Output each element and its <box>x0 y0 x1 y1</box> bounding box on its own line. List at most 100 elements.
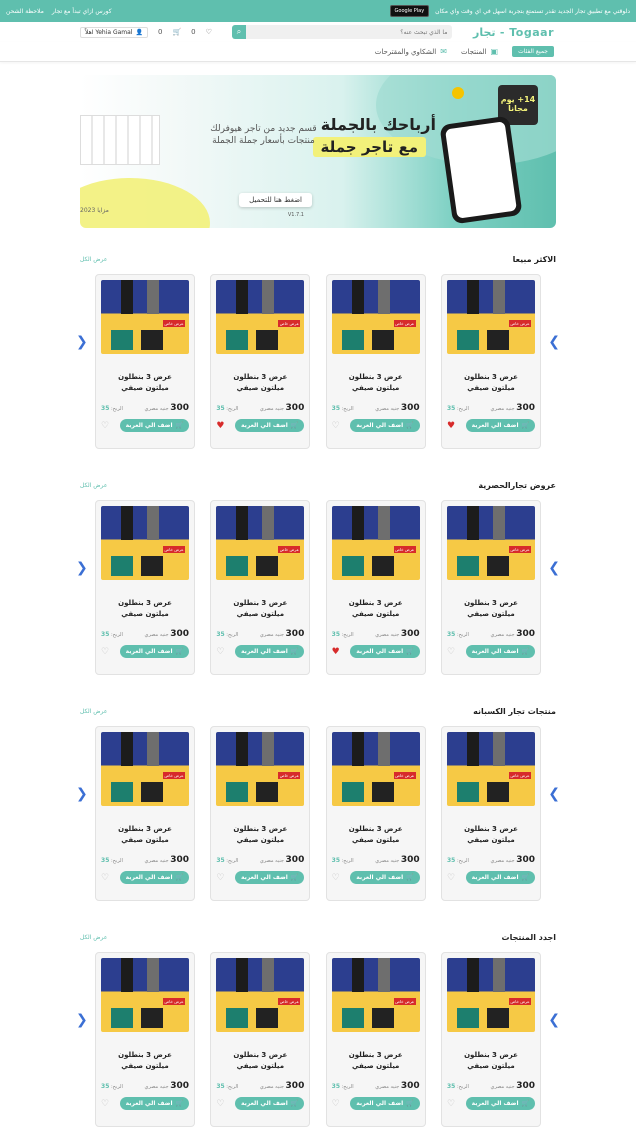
heart-icon[interactable]: ♡ <box>332 873 340 883</box>
add-to-cart-button[interactable]: 🛒 اضف الي العربة <box>465 645 535 658</box>
product-name[interactable]: عرض 3 بنطلون ميلتون صيفي <box>332 824 420 845</box>
product-card[interactable]: عرض خاص عرض 3 بنطلون ميلتون صيفي 300 جني… <box>210 274 311 449</box>
search-input[interactable] <box>245 28 453 36</box>
heart-icon[interactable]: ♡ <box>216 647 224 657</box>
product-card[interactable]: عرض خاص عرض 3 بنطلون ميلتون صيفي 300 جني… <box>95 952 196 1127</box>
heart-icon[interactable]: ♡ <box>447 1099 455 1109</box>
product-name[interactable]: عرض 3 بنطلون ميلتون صيفي <box>216 372 304 393</box>
product-name[interactable]: عرض 3 بنطلون ميلتون صيفي <box>216 824 304 845</box>
view-all-link[interactable]: عرض الكل <box>80 708 107 715</box>
add-to-cart-button[interactable]: 🛒 اضف الي العربة <box>119 1097 190 1110</box>
add-to-cart-button[interactable]: 🛒 اضف الي العربة <box>234 1097 305 1110</box>
heart-icon[interactable]: ♡ <box>447 873 455 883</box>
chevron-left-icon[interactable]: ❮ <box>76 560 88 576</box>
product-image[interactable]: عرض خاص <box>101 958 190 1032</box>
product-name[interactable]: عرض 3 بنطلون ميلتون صيفي <box>101 372 189 393</box>
product-image[interactable]: عرض خاص <box>331 506 420 580</box>
add-to-cart-button[interactable]: 🛒 اضف الي العربة <box>350 645 420 658</box>
heart-icon[interactable]: ♡ <box>101 647 109 657</box>
google-play-badge[interactable]: Google Play <box>389 5 430 17</box>
cart-icon[interactable]: 🛒 <box>172 28 181 36</box>
product-card[interactable]: عرض خاص عرض 3 بنطلون ميلتون صيفي 300 جني… <box>95 726 196 901</box>
heart-icon[interactable]: ♡ <box>101 1099 109 1109</box>
heart-icon[interactable]: ♥ <box>332 647 340 657</box>
categories-button[interactable]: جميع الفئات <box>512 46 554 57</box>
product-card[interactable]: عرض خاص عرض 3 بنطلون ميلتون صيفي 300 جني… <box>210 500 311 675</box>
product-card[interactable]: عرض خاص عرض 3 بنطلون ميلتون صيفي 300 جني… <box>95 274 196 449</box>
add-to-cart-button[interactable]: 🛒 اضف الي العربة <box>350 419 420 432</box>
chevron-right-icon[interactable]: ❯ <box>548 334 560 350</box>
product-card[interactable]: عرض خاص عرض 3 بنطلون ميلتون صيفي 300 جني… <box>325 500 426 675</box>
product-image[interactable]: عرض خاص <box>447 506 535 580</box>
product-name[interactable]: عرض 3 بنطلون ميلتون صيفي <box>101 1050 189 1071</box>
add-to-cart-button[interactable]: 🛒 اضف الي العربة <box>465 1097 535 1110</box>
product-name[interactable]: عرض 3 بنطلون ميلتون صيفي <box>101 598 189 619</box>
product-card[interactable]: عرض خاص عرض 3 بنطلون ميلتون صيفي 300 جني… <box>441 952 541 1127</box>
user-menu[interactable]: 👤 Yehia Gamal اهلاً <box>80 26 148 38</box>
download-button[interactable]: اضغط هنا للتحميل <box>239 193 312 207</box>
product-image[interactable]: عرض خاص <box>447 280 535 354</box>
chevron-left-icon[interactable]: ❮ <box>76 1012 88 1028</box>
product-card[interactable]: عرض خاص عرض 3 بنطلون ميلتون صيفي 300 جني… <box>95 500 196 675</box>
product-image[interactable]: عرض خاص <box>101 280 190 354</box>
course-link[interactable]: كورس ازاي تبدأ مع تجار <box>52 8 112 15</box>
wishlist-icon[interactable]: ♡ <box>206 28 212 36</box>
nav-complaints[interactable]: ✉ الشكاوي والمقترحات <box>375 47 447 56</box>
chevron-right-icon[interactable]: ❯ <box>548 786 560 802</box>
chevron-right-icon[interactable]: ❯ <box>548 560 560 576</box>
heart-icon[interactable]: ♡ <box>216 873 224 883</box>
product-image[interactable]: عرض خاص <box>447 958 535 1032</box>
add-to-cart-button[interactable]: 🛒 اضف الي العربة <box>350 1097 420 1110</box>
product-name[interactable]: عرض 3 بنطلون ميلتون صيفي <box>332 372 420 393</box>
product-image[interactable]: عرض خاص <box>216 280 305 354</box>
add-to-cart-button[interactable]: 🛒 اضف الي العربة <box>234 419 305 432</box>
product-card[interactable]: عرض خاص عرض 3 بنطلون ميلتون صيفي 300 جني… <box>325 274 426 449</box>
chevron-left-icon[interactable]: ❮ <box>76 334 88 350</box>
product-card[interactable]: عرض خاص عرض 3 بنطلون ميلتون صيفي 300 جني… <box>441 726 541 901</box>
product-card[interactable]: عرض خاص عرض 3 بنطلون ميلتون صيفي 300 جني… <box>210 726 311 901</box>
product-image[interactable]: عرض خاص <box>216 506 305 580</box>
product-name[interactable]: عرض 3 بنطلون ميلتون صيفي <box>101 824 189 845</box>
product-name[interactable]: عرض 3 بنطلون ميلتون صيفي <box>216 1050 304 1071</box>
heart-icon[interactable]: ♥ <box>447 421 455 431</box>
add-to-cart-button[interactable]: 🛒 اضف الي العربة <box>465 419 535 432</box>
add-to-cart-button[interactable]: 🛒 اضف الي العربة <box>234 645 305 658</box>
heart-icon[interactable]: ♡ <box>332 1099 340 1109</box>
product-image[interactable]: عرض خاص <box>331 280 420 354</box>
heart-icon[interactable]: ♡ <box>216 1099 224 1109</box>
heart-icon[interactable]: ♥ <box>216 421 224 431</box>
search-icon[interactable]: ⌕ <box>232 25 246 39</box>
chevron-left-icon[interactable]: ❮ <box>76 786 88 802</box>
product-card[interactable]: عرض خاص عرض 3 بنطلون ميلتون صيفي 300 جني… <box>441 500 541 675</box>
view-all-link[interactable]: عرض الكل <box>80 256 107 263</box>
add-to-cart-button[interactable]: 🛒 اضف الي العربة <box>465 871 535 884</box>
brand-logo[interactable]: Togaar - تجار <box>473 26 554 39</box>
product-name[interactable]: عرض 3 بنطلون ميلتون صيفي <box>447 372 535 393</box>
add-to-cart-button[interactable]: 🛒 اضف الي العربة <box>350 871 420 884</box>
add-to-cart-button[interactable]: 🛒 اضف الي العربة <box>119 871 190 884</box>
heart-icon[interactable]: ♡ <box>447 647 455 657</box>
add-to-cart-button[interactable]: 🛒 اضف الي العربة <box>119 645 190 658</box>
hero-banner[interactable]: 14+ يوم مجاناً أرباحك بالجملة مع تاجر جم… <box>80 75 556 228</box>
add-to-cart-button[interactable]: 🛒 اضف الي العربة <box>119 419 190 432</box>
product-image[interactable]: عرض خاص <box>101 732 190 806</box>
view-all-link[interactable]: عرض الكل <box>80 482 107 489</box>
product-name[interactable]: عرض 3 بنطلون ميلتون صيفي <box>216 598 304 619</box>
chevron-right-icon[interactable]: ❯ <box>548 1012 560 1028</box>
product-card[interactable]: عرض خاص عرض 3 بنطلون ميلتون صيفي 300 جني… <box>210 952 311 1127</box>
view-all-link[interactable]: عرض الكل <box>80 934 107 941</box>
product-name[interactable]: عرض 3 بنطلون ميلتون صيفي <box>332 598 420 619</box>
product-name[interactable]: عرض 3 بنطلون ميلتون صيفي <box>332 1050 420 1071</box>
product-image[interactable]: عرض خاص <box>331 958 420 1032</box>
shipping-note-link[interactable]: ملاحظة الشحن <box>6 8 44 15</box>
product-name[interactable]: عرض 3 بنطلون ميلتون صيفي <box>447 824 535 845</box>
product-image[interactable]: عرض خاص <box>216 732 305 806</box>
product-card[interactable]: عرض خاص عرض 3 بنطلون ميلتون صيفي 300 جني… <box>441 274 541 449</box>
product-image[interactable]: عرض خاص <box>101 506 190 580</box>
heart-icon[interactable]: ♡ <box>101 421 109 431</box>
product-card[interactable]: عرض خاص عرض 3 بنطلون ميلتون صيفي 300 جني… <box>325 952 426 1127</box>
product-image[interactable]: عرض خاص <box>447 732 535 806</box>
heart-icon[interactable]: ♡ <box>332 421 340 431</box>
product-name[interactable]: عرض 3 بنطلون ميلتون صيفي <box>447 1050 535 1071</box>
add-to-cart-button[interactable]: 🛒 اضف الي العربة <box>234 871 305 884</box>
